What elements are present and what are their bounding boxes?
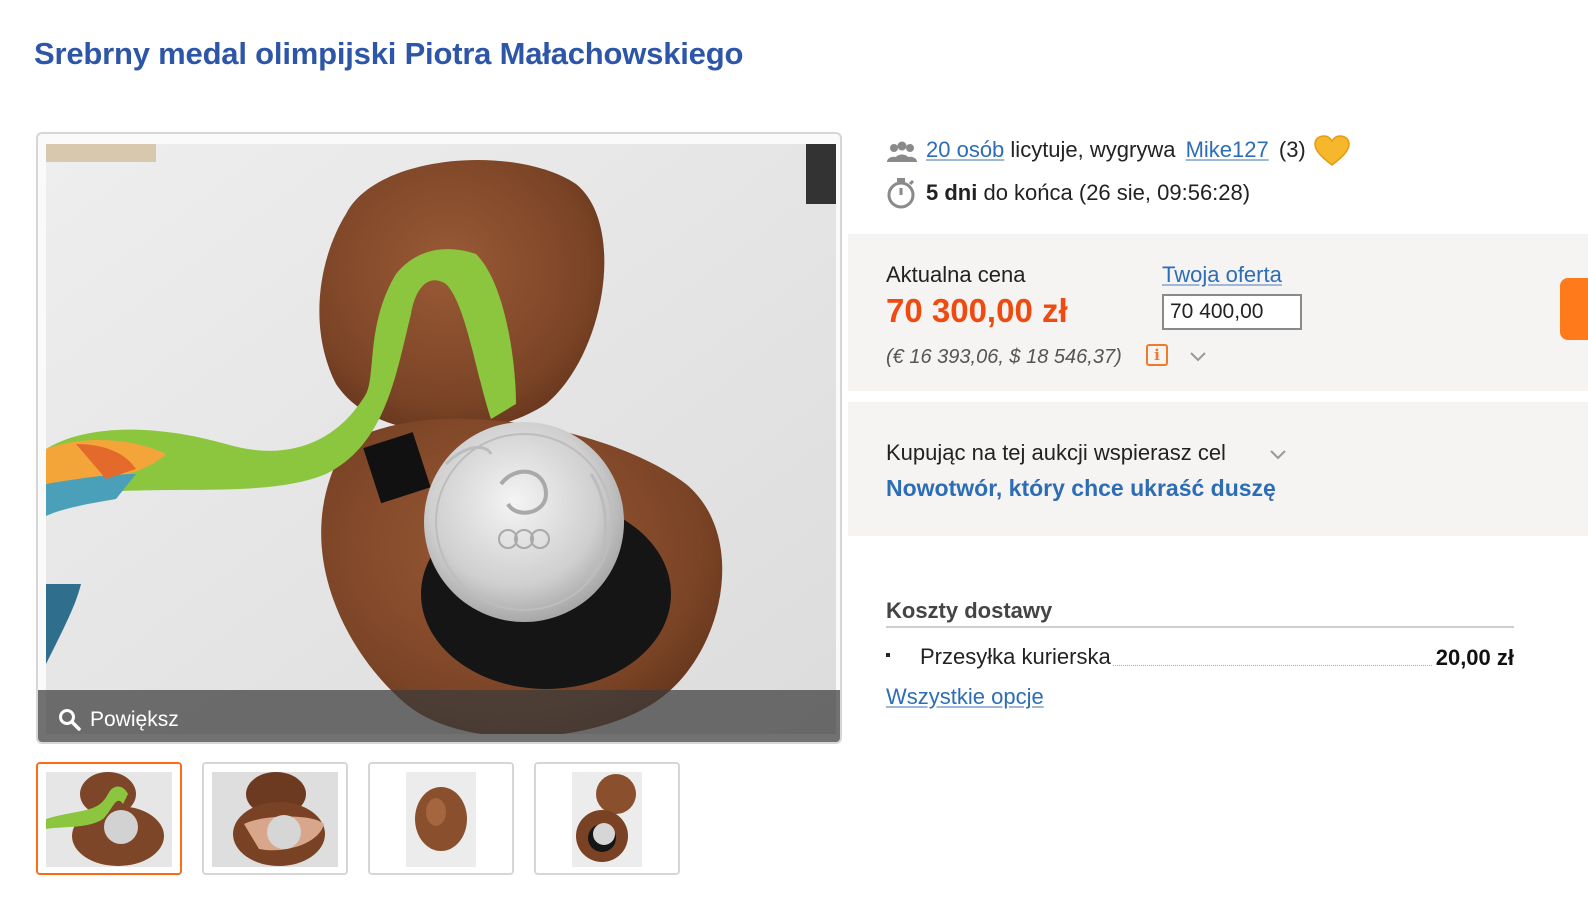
heart-icon[interactable] — [1314, 135, 1350, 167]
current-price: 70 300,00 zł — [886, 292, 1068, 329]
offer-label[interactable]: Twoja oferta — [1162, 262, 1282, 288]
thumbnail-4[interactable] — [534, 762, 680, 875]
charity-label: Kupując na tej aukcji wspierasz cel — [886, 440, 1226, 465]
bid-button-edge[interactable] — [1560, 278, 1588, 340]
shipping-row: Przesyłka kurierska 20,00 zł — [886, 644, 1514, 674]
shipping-heading: Koszty dostawy — [886, 598, 1514, 628]
charity-cause-link[interactable]: Nowotwór, który chce ukraść duszę — [886, 475, 1276, 502]
bidders-link[interactable]: 20 osób — [926, 137, 1004, 162]
thumbnail-image — [370, 764, 512, 873]
medal-photo[interactable] — [46, 144, 836, 734]
thumbnail-image — [38, 764, 180, 873]
winner-rating: (3) — [1278, 137, 1306, 162]
info-icon[interactable]: i — [1146, 344, 1168, 366]
people-icon — [887, 141, 917, 162]
thumbnail-2[interactable] — [202, 762, 348, 875]
thumbnail-image — [536, 764, 678, 873]
charity-panel: Kupując na tej aukcji wspierasz cel Nowo… — [848, 402, 1588, 536]
thumbnail-3[interactable] — [368, 762, 514, 875]
price-label: Aktualna cena — [886, 262, 1026, 287]
price-conversion: (€ 16 393,06, $ 18 546,37) — [886, 346, 1122, 368]
winner-link[interactable]: Mike127 — [1186, 137, 1269, 162]
time-left-value: 5 dni — [926, 180, 978, 205]
chevron-down-icon[interactable] — [1270, 450, 1286, 460]
thumbnail-image — [204, 764, 346, 873]
magnifier-icon — [59, 709, 81, 731]
main-image-frame[interactable]: Powiększ — [36, 132, 842, 744]
bidders-text: licytuje, wygrywa — [1010, 137, 1176, 162]
shipping-cost: 20,00 zł — [1431, 645, 1514, 671]
shipping-method: Przesyłka kurierska — [920, 644, 1113, 670]
offer-input[interactable] — [1162, 294, 1302, 330]
zoom-bar[interactable]: Powiększ — [38, 690, 840, 742]
page-title: Srebrny medal olimpijski Piotra Małachow… — [34, 36, 744, 71]
price-panel: Aktualna cena 70 300,00 zł (€ 16 393,06,… — [848, 234, 1588, 391]
bullet — [886, 653, 890, 657]
time-left-text: do końca (26 sie, 09:56:28) — [983, 180, 1251, 205]
thumbnail-1[interactable] — [36, 762, 182, 875]
zoom-label[interactable]: Powiększ — [90, 708, 179, 732]
time-left-row: 5 dni do końca (26 sie, 09:56:28) — [926, 180, 1250, 206]
chevron-down-icon[interactable] — [1190, 352, 1206, 362]
bidders-row: 20 osób licytuje, wygrywa Mike127 (3) — [926, 137, 1306, 163]
stopwatch-icon — [887, 178, 915, 209]
all-options-link[interactable]: Wszystkie opcje — [886, 684, 1044, 710]
